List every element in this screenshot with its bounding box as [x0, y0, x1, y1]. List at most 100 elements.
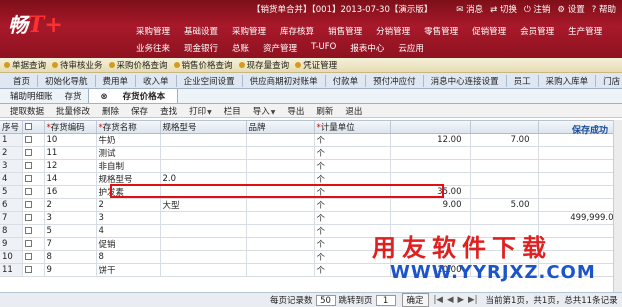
delete-button[interactable]: 删除	[102, 105, 119, 117]
nav-item[interactable]: 云应用	[398, 42, 424, 54]
per-page-input[interactable]: 50	[315, 294, 336, 306]
quick-item[interactable]: 待审核业务	[52, 59, 103, 71]
nav-item[interactable]: 业务往来	[136, 42, 170, 54]
nav-item[interactable]: 生产管理	[568, 25, 602, 37]
module-tab[interactable]: 收入单	[136, 74, 177, 87]
row-select-cell[interactable]	[22, 172, 45, 186]
unit-cell[interactable]: 个	[314, 263, 391, 277]
name-cell[interactable]: 牛奶	[96, 133, 161, 147]
logout-button[interactable]: ⏻ 注销	[524, 3, 550, 15]
name-cell[interactable]: 3	[96, 211, 161, 225]
nav-item[interactable]: 采购管理	[136, 25, 170, 37]
doc-tab-active[interactable]: ⊗ 存货价格本	[87, 88, 179, 103]
table-row[interactable]: 6 2 2 大型个 9.00 5.00	[0, 198, 622, 212]
nav-item[interactable]: 现金银行	[184, 42, 218, 54]
quick-item[interactable]: 凭证管理	[295, 59, 337, 71]
price2-cell[interactable]	[470, 185, 539, 199]
nav-item[interactable]: 分销管理	[376, 25, 410, 37]
unit-cell[interactable]: 个	[314, 133, 391, 147]
name-cell[interactable]: 8	[96, 250, 161, 264]
row-checkbox[interactable]	[24, 240, 32, 247]
quick-item[interactable]: 现存量查询	[238, 59, 289, 71]
row-select-cell[interactable]	[22, 250, 45, 264]
jump-page-input[interactable]: 1	[375, 294, 396, 306]
row-select-cell[interactable]	[22, 198, 45, 212]
spec-cell[interactable]: 大型	[160, 198, 247, 212]
spec-cell[interactable]	[160, 133, 247, 147]
row-checkbox[interactable]	[24, 201, 32, 208]
table-row[interactable]: 7 3 3 个 499,999.0	[0, 211, 622, 225]
brand-cell[interactable]	[246, 146, 315, 160]
print-button[interactable]: 打印▼	[189, 105, 212, 117]
col-header-brand[interactable]: 品牌	[246, 121, 315, 134]
nav-item[interactable]: 库存核算	[280, 25, 314, 37]
row-checkbox[interactable]	[24, 175, 32, 182]
unit-cell[interactable]: 个	[314, 146, 391, 160]
row-checkbox[interactable]	[24, 253, 32, 260]
save-button[interactable]: 保存	[131, 105, 148, 117]
row-checkbox[interactable]	[24, 162, 32, 169]
price1-cell[interactable]	[390, 159, 471, 173]
module-tab[interactable]: 采购入库单	[539, 74, 597, 87]
first-page-icon[interactable]: |◀	[434, 295, 443, 305]
nav-item[interactable]: 资产管理	[263, 42, 297, 54]
code-cell[interactable]: 16	[44, 185, 97, 199]
module-tab[interactable]: 初始化导航	[38, 74, 96, 87]
price3-cell[interactable]	[538, 185, 622, 199]
find-button[interactable]: 查找	[160, 105, 177, 117]
row-select-cell[interactable]	[22, 224, 45, 238]
nav-item[interactable]: 零售管理	[424, 25, 458, 37]
spec-cell[interactable]	[160, 250, 247, 264]
price3-cell[interactable]: 499,999.0	[538, 211, 622, 225]
price3-cell[interactable]	[538, 159, 622, 173]
unit-cell[interactable]: 个	[314, 211, 391, 225]
code-cell[interactable]: 8	[44, 250, 97, 264]
brand-cell[interactable]	[246, 237, 315, 251]
row-checkbox[interactable]	[24, 188, 32, 195]
nav-item[interactable]: 基础设置	[184, 25, 218, 37]
module-tab[interactable]: 员工	[507, 74, 539, 87]
message-button[interactable]: ✉ 消息	[456, 3, 483, 15]
exit-button[interactable]: 退出	[345, 105, 362, 117]
nav-item[interactable]: 报表中心	[350, 42, 384, 54]
price3-cell[interactable]	[538, 172, 622, 186]
price2-cell[interactable]	[470, 159, 539, 173]
next-page-icon[interactable]: ▶	[458, 295, 465, 305]
row-select-cell[interactable]	[22, 133, 45, 147]
col-header-spec[interactable]: 规格型号	[160, 121, 247, 134]
spec-cell[interactable]	[160, 159, 247, 173]
brand-cell[interactable]	[246, 263, 315, 277]
last-page-icon[interactable]: ▶|	[468, 295, 477, 305]
code-cell[interactable]: 12	[44, 159, 97, 173]
row-select-cell[interactable]	[22, 263, 45, 277]
spec-cell[interactable]	[160, 224, 247, 238]
unit-cell[interactable]: 个	[314, 198, 391, 212]
module-tab[interactable]: 付款单	[326, 74, 367, 87]
refresh-button[interactable]: 刷新	[316, 105, 333, 117]
doc-tab[interactable]: 存货	[59, 89, 88, 103]
columns-button[interactable]: 栏目	[224, 105, 241, 117]
spec-cell[interactable]	[160, 211, 247, 225]
nav-item[interactable]: 会员管理	[520, 25, 554, 37]
module-tab[interactable]: 门店	[596, 75, 622, 87]
row-checkbox[interactable]	[24, 227, 32, 234]
export-button[interactable]: 导出	[287, 105, 304, 117]
brand-cell[interactable]	[246, 211, 315, 225]
row-select-cell[interactable]	[22, 211, 45, 225]
row-select-cell[interactable]	[22, 146, 45, 160]
col-header-unit[interactable]: *计量单位	[314, 121, 391, 134]
brand-cell[interactable]	[246, 133, 315, 147]
spec-cell[interactable]	[160, 237, 247, 251]
code-cell[interactable]: 14	[44, 172, 97, 186]
batch-edit-button[interactable]: 批量修改	[56, 105, 90, 117]
name-cell[interactable]: 促销	[96, 237, 161, 251]
name-cell[interactable]: 4	[96, 224, 161, 238]
quick-item[interactable]: 销售价格查询	[173, 59, 233, 71]
prev-page-icon[interactable]: ◀	[447, 295, 454, 305]
switch-button[interactable]: ⇄ 切换	[490, 3, 517, 15]
nav-item[interactable]: 销售管理	[328, 25, 362, 37]
row-checkbox[interactable]	[24, 149, 32, 156]
price1-cell[interactable]	[390, 211, 471, 225]
doc-tab[interactable]: 辅助明细账	[4, 89, 59, 103]
code-cell[interactable]: 9	[44, 263, 97, 277]
